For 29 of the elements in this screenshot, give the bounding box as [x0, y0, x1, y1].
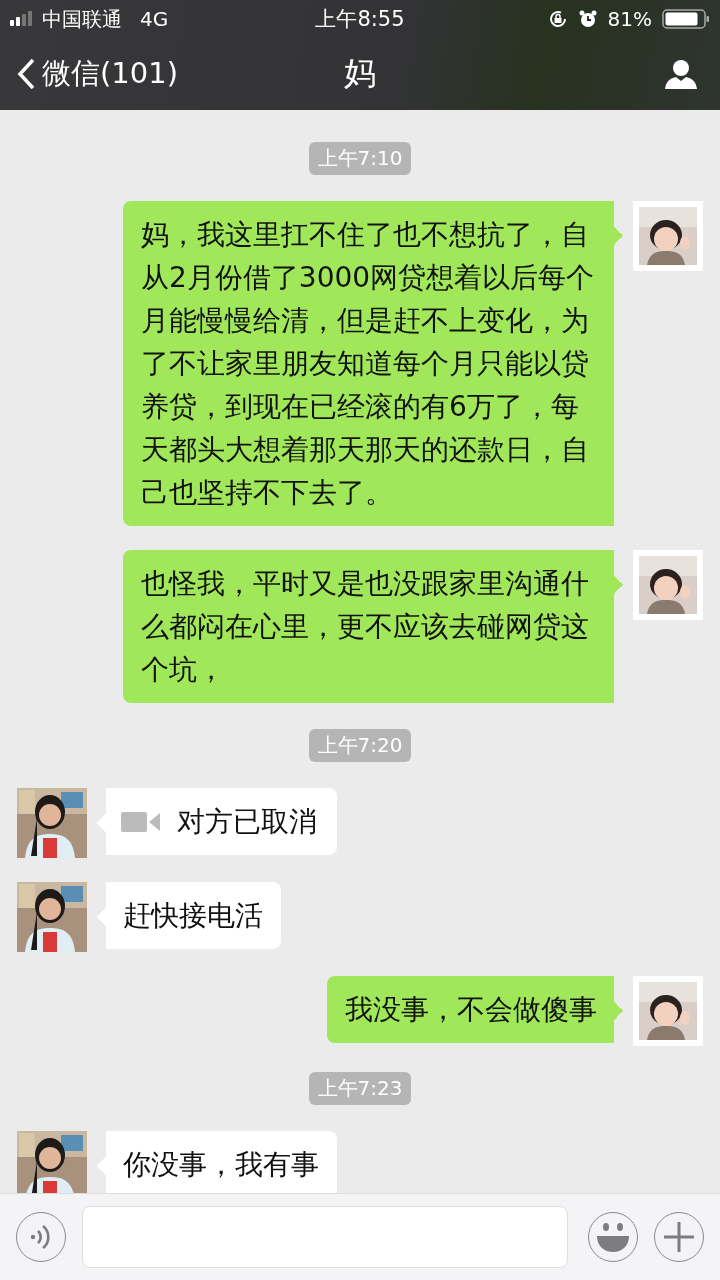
status-time: 上午8:55	[315, 6, 405, 33]
back-chevron-icon	[16, 57, 36, 91]
message-bubble: 你没事，我有事	[97, 1131, 337, 1193]
timestamp: 上午7:23	[308, 1072, 412, 1105]
message-bubble: 也怪我，平时又是也没跟家里沟通什么都闷在心里，更不应该去碰网贷这个坑，	[123, 550, 623, 703]
voice-icon	[29, 1223, 53, 1251]
person-icon	[664, 58, 698, 90]
plus-icon	[664, 1222, 694, 1252]
carrier-name: 中国联通	[42, 5, 122, 33]
more-button[interactable]	[654, 1212, 704, 1262]
battery-icon	[662, 9, 710, 29]
timestamp: 上午7:20	[308, 729, 412, 762]
battery-percent: 81%	[607, 7, 652, 31]
video-camera-icon	[121, 809, 161, 834]
timestamp: 上午7:10	[308, 142, 412, 175]
message-bubble: 妈，我这里扛不住了也不想抗了，自从2月份借了3000网贷想着以后每个月能慢慢给清，但是赶不上变化，为了不让家里朋友知道每个月只能以贷养贷，到现在已经滚的有6万了，每天都头大想着那天那天的还款日，自己也坚持不下去了。	[123, 201, 623, 526]
smiley-icon	[596, 1221, 630, 1253]
message-bubble: 我没事，不会做傻事	[327, 976, 623, 1043]
rotation-lock-icon	[547, 9, 568, 29]
call-status: 对方已取消	[177, 804, 317, 840]
network-type: 4G	[140, 7, 169, 31]
back-button[interactable]: 微信(101)	[16, 54, 178, 94]
alarm-icon	[577, 9, 598, 29]
emoji-button[interactable]	[588, 1212, 638, 1262]
voice-button[interactable]	[16, 1212, 66, 1262]
profile-button[interactable]	[664, 58, 698, 90]
message-bubble: 赶快接电活	[97, 882, 281, 949]
chat-title: 妈	[344, 53, 376, 94]
message-input[interactable]	[82, 1206, 568, 1268]
